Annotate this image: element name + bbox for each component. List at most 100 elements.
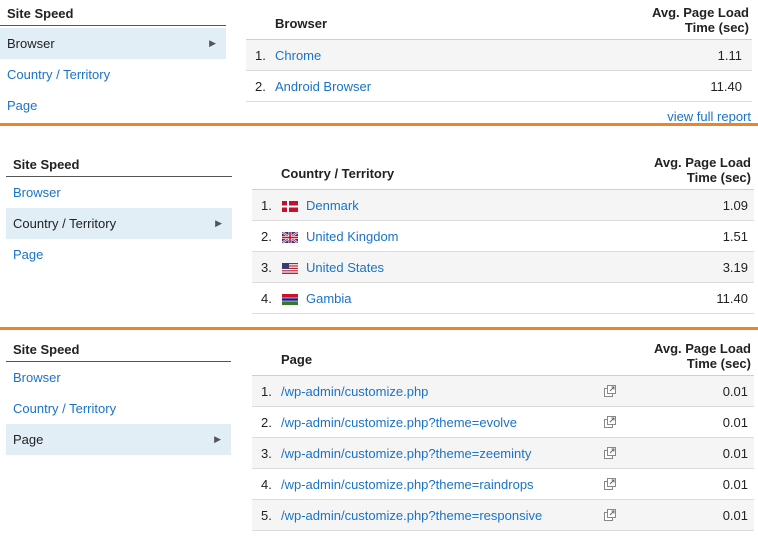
table-row: 1. Chrome 1.11 (246, 40, 752, 71)
site-speed-page-panel: Site Speed Browser Country / Territory P… (0, 330, 758, 552)
row-number: 1. (261, 198, 272, 213)
row-link[interactable]: United States (306, 252, 384, 283)
row-value: 3.19 (722, 260, 748, 275)
row-link[interactable]: Android Browser (275, 71, 371, 102)
external-link-icon[interactable] (604, 509, 616, 521)
site-speed-nav: Site Speed Browser ▶ Country / Territory… (0, 3, 226, 121)
dimension-header: Browser (275, 16, 328, 31)
row-link[interactable]: United Kingdom (306, 221, 399, 252)
nav-item-label: Page (7, 98, 38, 113)
row-number: 5. (261, 508, 272, 523)
row-value: 0.01 (722, 415, 748, 430)
row-number: 4. (261, 291, 272, 306)
table-row: 3. /wp-admin/customize.php?theme=zeemint… (252, 438, 754, 469)
dimension-header: Page (281, 352, 313, 367)
metric-header-line1: Avg. Page Load (653, 341, 751, 356)
caret-right-icon: ▶ (215, 218, 222, 228)
nav-item-label: Country / Territory (13, 401, 117, 416)
external-link-icon[interactable] (604, 447, 616, 459)
nav-item-label: Browser (13, 370, 61, 385)
metric-header-line2: Time (sec) (686, 170, 751, 185)
nav-item-label: Page (13, 247, 44, 262)
caret-right-icon: ▶ (214, 434, 221, 444)
nav-title: Site Speed (6, 339, 231, 362)
row-number: 2. (261, 229, 272, 244)
metric-header-line2: Time (sec) (686, 356, 751, 371)
row-value: 0.01 (722, 477, 748, 492)
row-value: 1.51 (722, 229, 748, 244)
table-row: 3. United States 3.19 (252, 252, 754, 283)
dimension-header: Country / Territory (281, 166, 395, 181)
metric-header-line1: Avg. Page Load (651, 5, 749, 20)
nav-title: Site Speed (0, 3, 226, 26)
nav-item-browser[interactable]: Browser ▶ (0, 28, 226, 59)
page-report-table: Page Avg. Page Load Time (sec) 1. /wp-ad… (252, 339, 754, 531)
table-header: Browser Avg. Page Load Time (sec) (246, 0, 752, 40)
caret-right-icon: ▶ (209, 38, 216, 48)
nav-item-label: Browser (13, 185, 61, 200)
row-link[interactable]: Denmark (306, 190, 359, 221)
nav-item-label: Page (13, 432, 44, 447)
site-speed-browser-panel: Site Speed Browser ▶ Country / Territory… (0, 0, 758, 124)
site-speed-country-panel: Site Speed Browser Country / Territory ▶… (0, 126, 758, 327)
metric-header: Avg. Page Load Time (sec) (654, 155, 751, 185)
nav-title: Site Speed (6, 154, 232, 177)
row-value: 11.40 (710, 79, 742, 94)
nav-item-label: Country / Territory (13, 216, 117, 231)
row-link[interactable]: /wp-admin/customize.php?theme=evolve (281, 407, 517, 438)
nav-item-page[interactable]: Page (0, 90, 226, 121)
row-number: 3. (261, 446, 272, 461)
view-full-report-link[interactable]: view full report (667, 109, 751, 124)
row-value: 1.11 (717, 48, 742, 63)
table-row: 4. /wp-admin/customize.php?theme=raindro… (252, 469, 754, 500)
united-kingdom-flag-icon (282, 232, 298, 243)
external-link-icon[interactable] (604, 416, 616, 428)
row-number: 4. (261, 477, 272, 492)
table-row: 2. United Kingdom 1.51 (252, 221, 754, 252)
row-number: 2. (261, 415, 272, 430)
table-row: 1. /wp-admin/customize.php 0.01 (252, 376, 754, 407)
row-link[interactable]: /wp-admin/customize.php?theme=zeeminty (281, 438, 531, 469)
nav-item-browser[interactable]: Browser (6, 362, 231, 393)
united-states-flag-icon (282, 263, 298, 274)
nav-item-browser[interactable]: Browser (6, 177, 232, 208)
external-link-icon[interactable] (604, 478, 616, 490)
nav-item-page[interactable]: Page (6, 239, 232, 270)
row-number: 1. (255, 48, 266, 63)
nav-item-page[interactable]: Page ▶ (6, 424, 231, 455)
table-row: 2. /wp-admin/customize.php?theme=evolve … (252, 407, 754, 438)
nav-item-label: Country / Territory (7, 67, 111, 82)
metric-header-line1: Avg. Page Load (653, 155, 751, 170)
row-number: 3. (261, 260, 272, 275)
row-number: 2. (255, 79, 266, 94)
row-link[interactable]: /wp-admin/customize.php (281, 376, 428, 407)
gambia-flag-icon (282, 294, 298, 305)
metric-header: Avg. Page Load Time (sec) (654, 341, 751, 371)
metric-header-line2: Time (sec) (684, 20, 749, 35)
table-row: 2. Android Browser 11.40 (246, 71, 752, 102)
table-row: 1. Denmark 1.09 (252, 190, 754, 221)
row-link[interactable]: /wp-admin/customize.php?theme=responsive (281, 500, 542, 531)
nav-item-label: Browser (7, 36, 55, 51)
row-link[interactable]: Gambia (306, 283, 352, 314)
row-link[interactable]: Chrome (275, 40, 321, 71)
metric-header: Avg. Page Load Time (sec) (652, 5, 749, 35)
row-value: 0.01 (722, 508, 748, 523)
denmark-flag-icon (282, 201, 298, 212)
nav-item-country-territory[interactable]: Country / Territory (0, 59, 226, 90)
site-speed-nav: Site Speed Browser Country / Territory ▶… (6, 154, 232, 270)
external-link-icon[interactable] (604, 385, 616, 397)
nav-item-country-territory[interactable]: Country / Territory (6, 393, 231, 424)
table-header: Page Avg. Page Load Time (sec) (252, 339, 754, 376)
site-speed-nav: Site Speed Browser Country / Territory P… (6, 339, 231, 455)
table-row: 4. Gambia 11.40 (252, 283, 754, 314)
table-header: Country / Territory Avg. Page Load Time … (252, 155, 754, 190)
browser-report-table: Browser Avg. Page Load Time (sec) 1. Chr… (246, 0, 752, 102)
row-value: 0.01 (722, 446, 748, 461)
row-number: 1. (261, 384, 272, 399)
row-value: 1.09 (722, 198, 748, 213)
row-link[interactable]: /wp-admin/customize.php?theme=raindrops (281, 469, 534, 500)
row-value: 0.01 (722, 384, 748, 399)
nav-item-country-territory[interactable]: Country / Territory ▶ (6, 208, 232, 239)
country-report-table: Country / Territory Avg. Page Load Time … (252, 155, 754, 314)
